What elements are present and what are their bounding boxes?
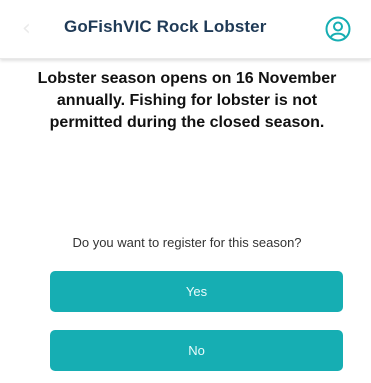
- yes-button[interactable]: Yes: [50, 271, 343, 312]
- user-circle-icon[interactable]: [325, 16, 351, 42]
- no-button[interactable]: No: [50, 330, 343, 371]
- season-notice: Lobster season opens on 16 November annu…: [37, 70, 337, 131]
- page-title: GoFishVIC Rock Lobster: [64, 17, 267, 36]
- header-bar: ‹ GoFishVIC Rock Lobster: [0, 0, 371, 59]
- chevron-left-icon[interactable]: ‹: [22, 18, 38, 40]
- app-screen: ‹ GoFishVIC Rock Lobster Lobster season …: [0, 0, 371, 383]
- register-question: Do you want to register for this season?: [72, 235, 302, 250]
